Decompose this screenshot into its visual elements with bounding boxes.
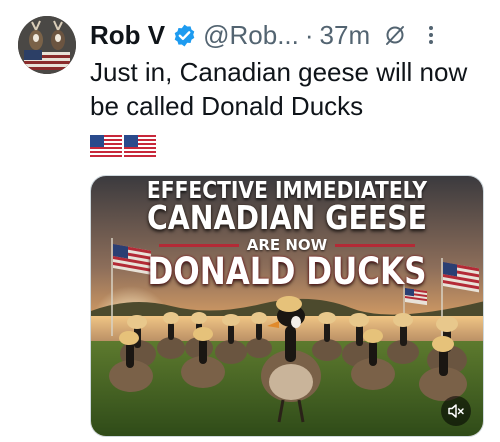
tweet: Rob V @Rob... · 37m Just in, Canadian ge… — [0, 0, 500, 442]
avatar-image — [18, 16, 76, 74]
headline-line-2: CANADIAN GEESE — [146, 198, 428, 237]
author-handle[interactable]: @Rob... — [203, 20, 299, 51]
verified-badge-icon — [172, 23, 197, 48]
tweet-text: Just in, Canadian geese will now be call… — [90, 57, 468, 121]
us-flag-icon — [90, 135, 122, 157]
more-icon[interactable] — [428, 25, 434, 45]
avatar[interactable] — [18, 16, 76, 74]
post-time[interactable]: 37m — [320, 20, 371, 51]
grok-icon[interactable] — [384, 24, 406, 46]
author-name[interactable]: Rob V — [90, 20, 165, 51]
media-video[interactable]: EFFECTIVE IMMEDIATELY CANADIAN GEESE ARE… — [90, 175, 484, 437]
us-flag-icon — [124, 135, 156, 157]
headline-rule-right — [335, 243, 416, 247]
headline-rule-left — [158, 243, 239, 247]
volume-mute-button[interactable] — [441, 396, 471, 426]
separator-dot: · — [304, 19, 314, 50]
tweet-header: Rob V @Rob... · 37m — [90, 18, 484, 52]
volume-mute-icon — [448, 404, 464, 418]
headline-line-4: DONALD DUCKS — [147, 250, 427, 293]
flag-emojis — [90, 135, 156, 157]
